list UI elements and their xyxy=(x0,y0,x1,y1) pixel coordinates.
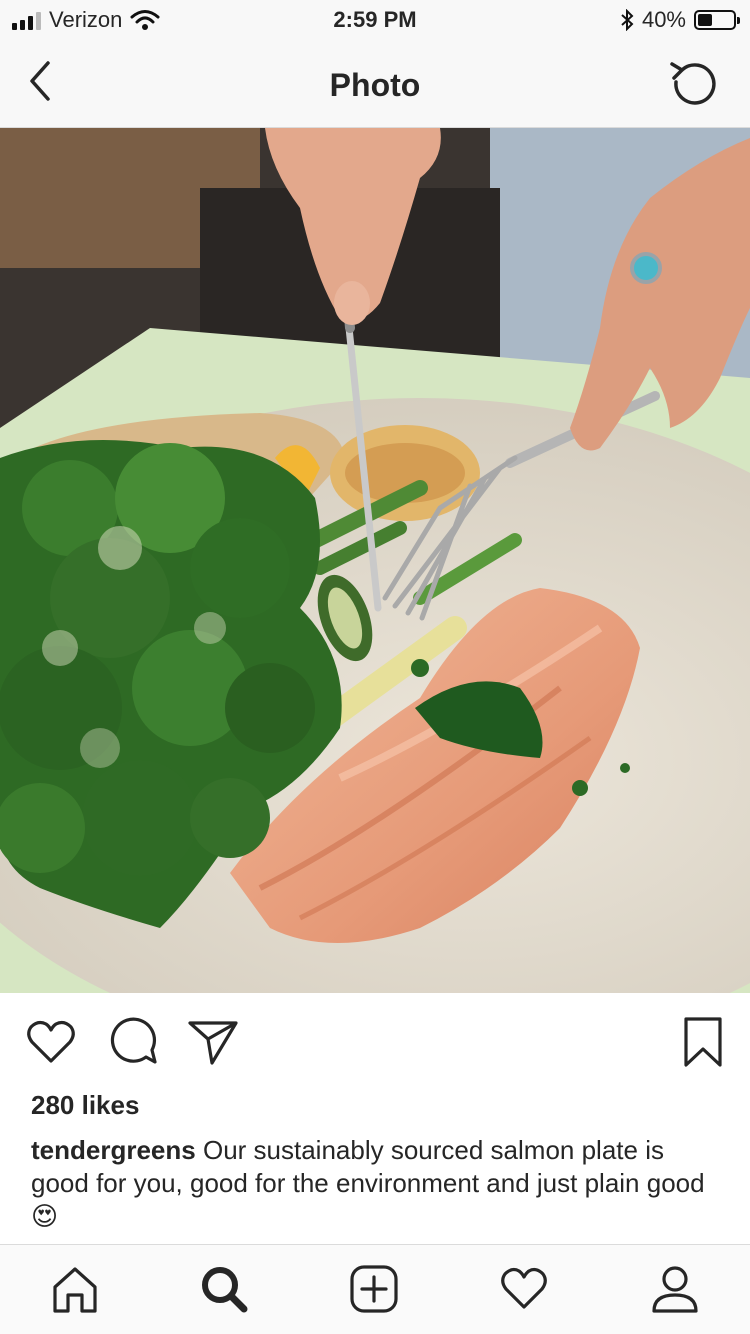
bluetooth-icon xyxy=(621,9,634,31)
caption-username[interactable]: tendergreens xyxy=(31,1135,196,1165)
battery-percent: 40% xyxy=(641,7,686,32)
salmon-plate-image xyxy=(0,128,750,993)
activity-heart-icon[interactable] xyxy=(498,1263,550,1315)
battery-icon xyxy=(694,10,740,30)
likes-count[interactable]: 280 likes xyxy=(31,1090,139,1121)
status-right: 40% xyxy=(620,7,740,33)
profile-icon[interactable] xyxy=(649,1263,701,1315)
add-icon[interactable] xyxy=(348,1263,400,1315)
heart-icon[interactable] xyxy=(24,1015,78,1069)
refresh-icon[interactable] xyxy=(666,56,722,112)
battery-level xyxy=(698,14,712,26)
comment-icon[interactable] xyxy=(106,1015,160,1069)
heart-eyes-emoji: 😍 xyxy=(31,1201,59,1231)
search-icon[interactable] xyxy=(198,1263,250,1315)
home-icon[interactable] xyxy=(49,1263,101,1315)
bookmark-icon[interactable] xyxy=(676,1015,730,1069)
post-caption: tendergreens Our sustainably sourced sal… xyxy=(31,1134,721,1233)
page-title: Photo xyxy=(329,67,421,103)
post-photo[interactable] xyxy=(0,128,750,993)
status-bar: Verizon 2:59 PM 40% xyxy=(0,0,750,40)
share-icon[interactable] xyxy=(186,1015,240,1069)
bottom-tab-bar xyxy=(0,1244,750,1334)
post-actions xyxy=(0,993,750,1088)
nav-bar: Photo xyxy=(0,40,750,128)
